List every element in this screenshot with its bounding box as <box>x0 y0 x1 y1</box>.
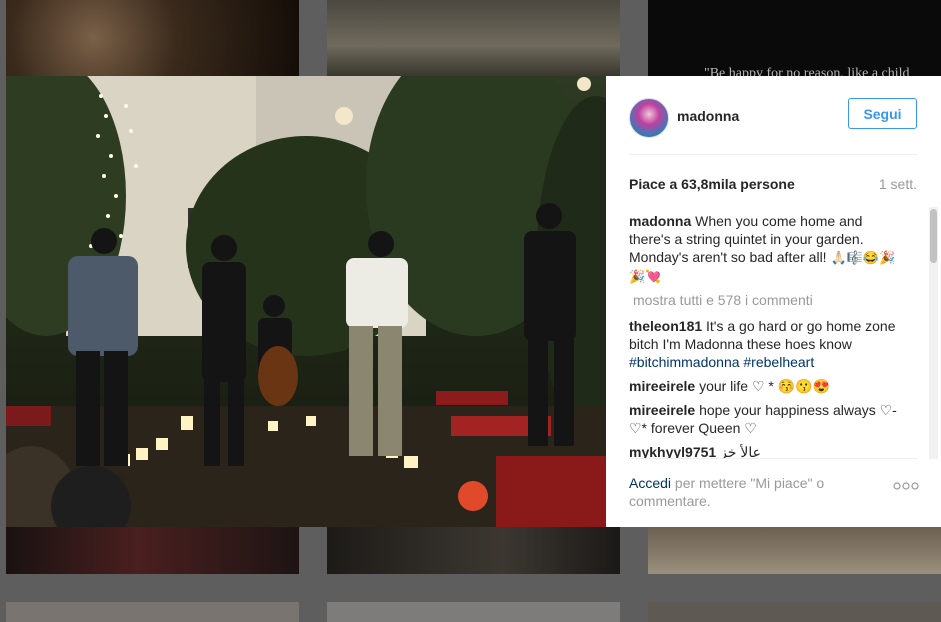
comment-username[interactable]: theleon181 <box>629 318 702 334</box>
thumbnail-building[interactable] <box>327 0 620 76</box>
post-footer: Accedi per mettere "Mi piace" o commenta… <box>629 458 919 510</box>
likes-row: Piace a 63,8mila persone 1 sett. <box>629 176 917 194</box>
comment-text: عالأ خز <box>720 444 761 458</box>
post-modal: madonna Segui Piace a 63,8mila persone 1… <box>6 76 941 527</box>
post-header: madonna Segui <box>629 98 917 155</box>
thumbnail-dark[interactable] <box>327 527 620 574</box>
follow-button[interactable]: Segui <box>848 98 917 129</box>
thumbnail-quote[interactable]: "Be happy for no reason, like a child <box>648 0 941 76</box>
login-prompt: Accedi per mettere "Mi piace" o commenta… <box>629 474 859 510</box>
view-all-comments-link[interactable]: mostra tutti e 578 i commenti <box>633 292 905 308</box>
more-options-icon[interactable] <box>893 481 919 491</box>
login-link[interactable]: Accedi <box>629 475 671 491</box>
caption-username[interactable]: madonna <box>629 213 691 229</box>
thumbnail-quote-text: "Be happy for no reason, like a child <box>704 66 910 76</box>
post-sidebar: madonna Segui Piace a 63,8mila persone 1… <box>606 76 941 527</box>
scrollbar-thumb[interactable] <box>930 209 937 263</box>
post-time[interactable]: 1 sett. <box>879 176 917 192</box>
thumbnail-row3-b[interactable] <box>327 602 620 622</box>
post-photo[interactable] <box>6 76 606 527</box>
caption: madonna When you come home and there's a… <box>629 212 905 286</box>
comment-scrollbar[interactable] <box>929 207 938 459</box>
post-photo-illustration <box>6 76 606 527</box>
comment-list[interactable]: madonna When you come home and there's a… <box>629 212 905 458</box>
comment-item: theleon181 It's a go hard or go home zon… <box>629 317 905 371</box>
thumbnail-row3-a[interactable] <box>6 602 299 622</box>
thumbnail-garden[interactable] <box>648 527 941 574</box>
comment-item: mireeirele hope your happiness always ♡-… <box>629 401 905 437</box>
comment-username[interactable]: mireeirele <box>629 378 695 394</box>
comment-item: mireeirele your life ♡ * 😚😗😍 <box>629 377 905 395</box>
avatar[interactable] <box>629 98 669 138</box>
comment-username[interactable]: mykhyyl9751 <box>629 444 716 458</box>
comment-username[interactable]: mireeirele <box>629 402 695 418</box>
comment-text: your life ♡ * 😚😗😍 <box>699 378 831 394</box>
thumbnail-row3-c[interactable] <box>648 602 941 622</box>
comment-item: mykhyyl9751 عالأ خز <box>629 443 905 458</box>
likes-count[interactable]: Piace a 63,8mila persone <box>629 176 795 192</box>
post-username[interactable]: madonna <box>677 108 739 124</box>
thumbnail-group-photo[interactable] <box>6 0 299 76</box>
comment-hashtags[interactable]: #bitchimmadonna #rebelheart <box>629 354 814 370</box>
thumbnail-red[interactable] <box>6 527 299 574</box>
